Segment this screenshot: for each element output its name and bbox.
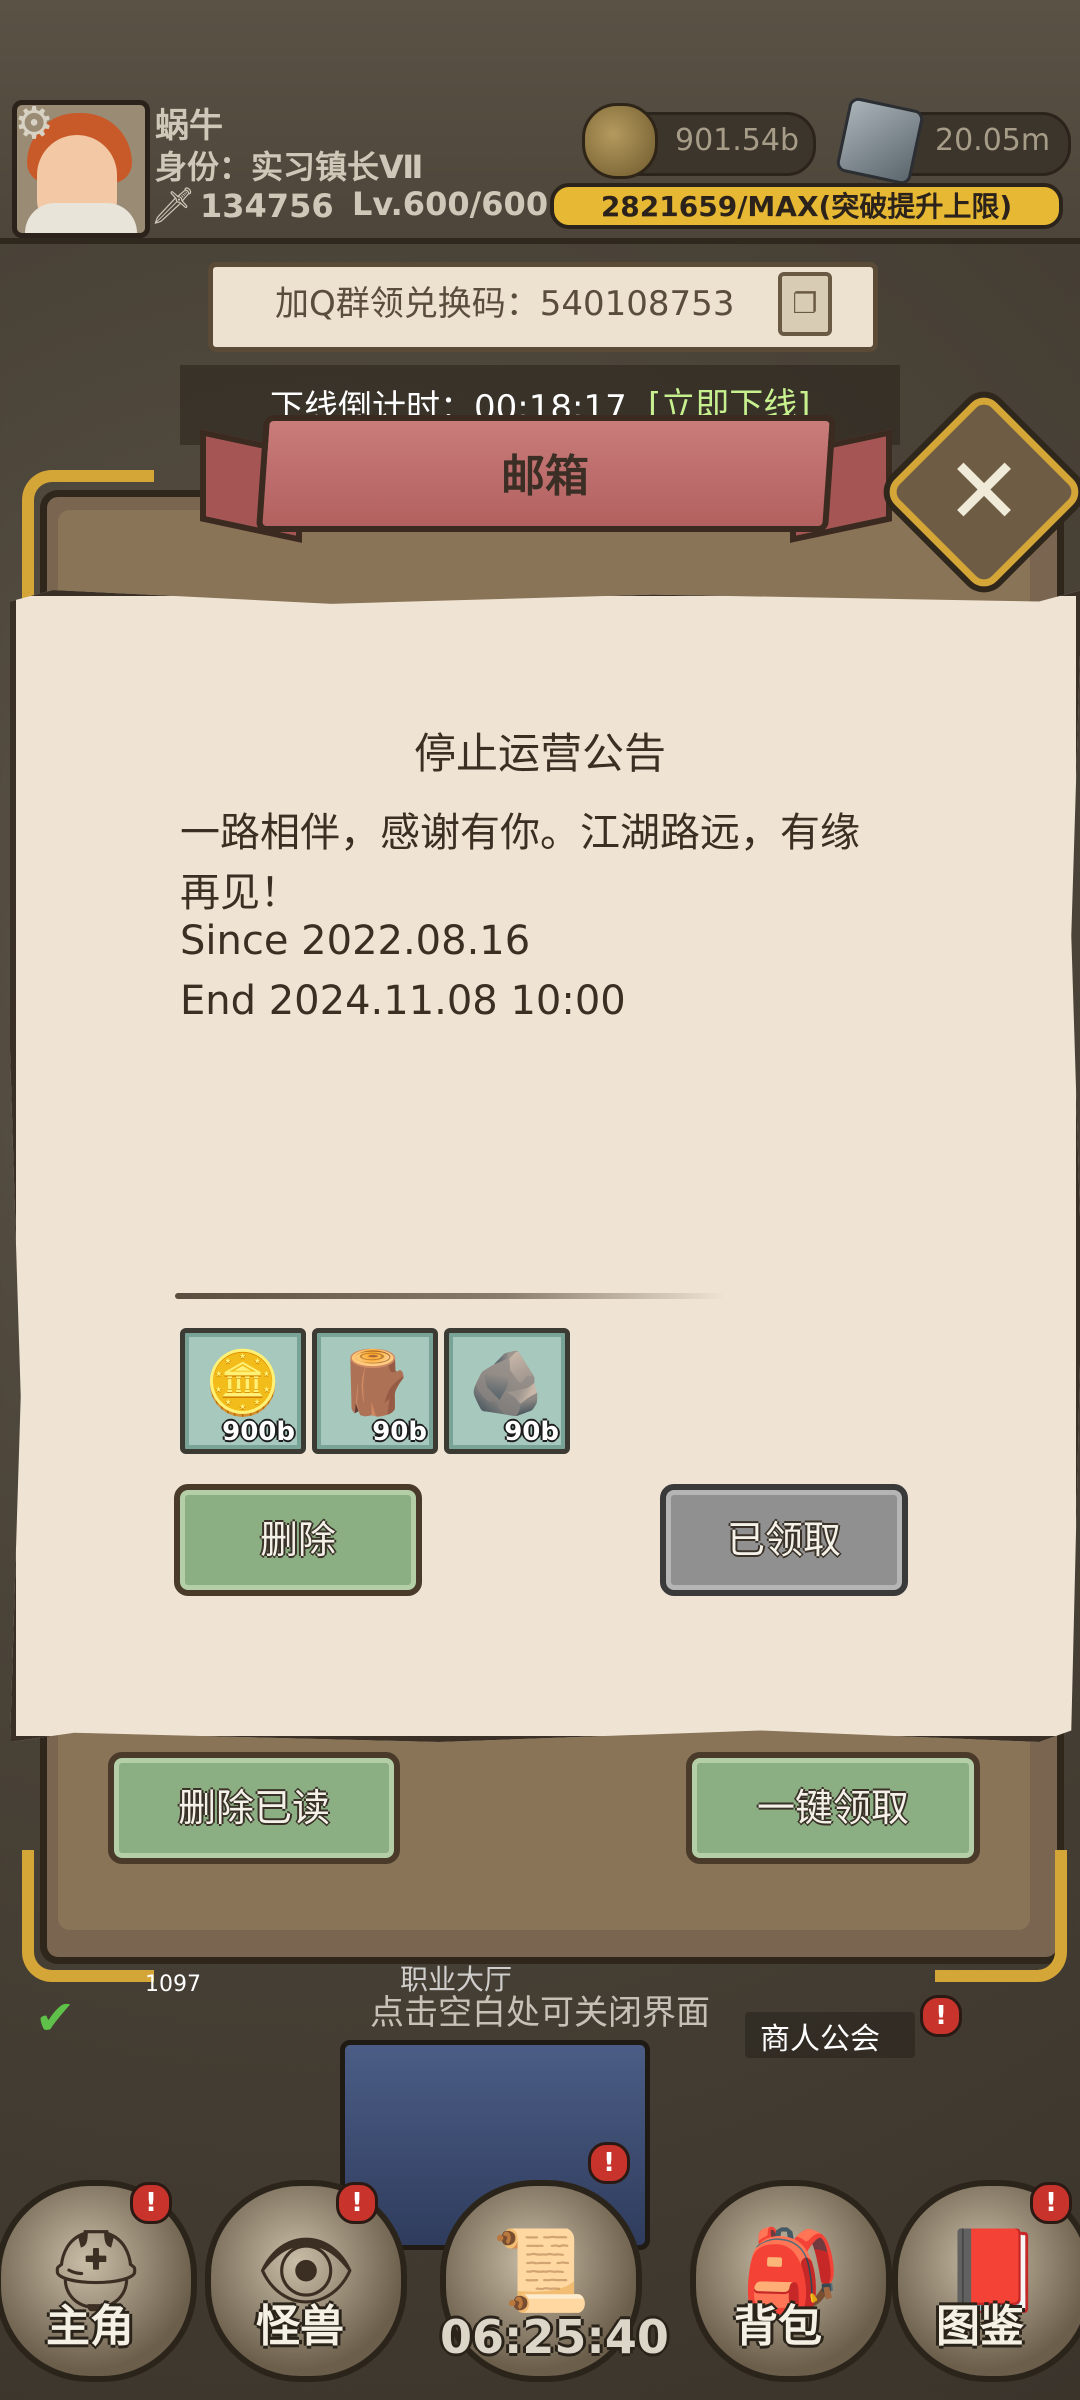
- mail-body-line: End 2024.11.08 10:00: [180, 978, 626, 1024]
- mail-body-line: 再见！: [180, 870, 300, 916]
- notification-dot: !: [588, 2142, 630, 2184]
- player-name: 蜗牛: [155, 106, 223, 146]
- attachment-qty: 90b: [504, 1417, 559, 1447]
- merchant-guild-label[interactable]: 商人公会: [760, 2014, 880, 2058]
- sword-icon: 🗡: [150, 186, 196, 227]
- ore-icon: [834, 95, 926, 187]
- notification-dot: !: [920, 1995, 962, 2037]
- mailbox-title: 邮箱: [501, 451, 589, 502]
- player-rank: 身份：实习镇长Ⅶ: [155, 148, 424, 186]
- attachment-wood[interactable]: 🪵 90b: [312, 1328, 438, 1454]
- avatar-shirt: [25, 203, 137, 233]
- mail-body-line: Since 2022.08.16: [180, 918, 531, 964]
- panel-corner-ornament: [935, 1850, 1067, 1982]
- nav-hero-label: 主角: [46, 2301, 134, 2352]
- close-hint[interactable]: 点击空白处可关闭界面: [0, 1985, 1080, 2034]
- nav-bag-label: 背包: [734, 2301, 822, 2352]
- combat-power: 134756: [200, 187, 334, 225]
- notification-dot: !: [1030, 2182, 1072, 2224]
- divider: [175, 1293, 725, 1299]
- claim-all-button[interactable]: 一键领取: [686, 1752, 980, 1864]
- nav-codex-label: 图鉴: [936, 2301, 1024, 2352]
- coin-amount: 901.54b: [675, 123, 800, 158]
- notification-dot: !: [336, 2182, 378, 2224]
- redeem-code-text: 加Q群领兑换码：540108753: [275, 284, 735, 324]
- delete-read-button[interactable]: 删除已读: [108, 1752, 400, 1864]
- attachment-qty: 90b: [372, 1417, 427, 1447]
- player-level: Lv.600/600: [352, 185, 549, 223]
- nav-monster-label: 怪兽: [256, 2301, 344, 2352]
- copy-icon[interactable]: ❐: [778, 272, 832, 336]
- attachment-qty: 900b: [222, 1417, 295, 1447]
- mail-body-line: 一路相伴，感谢有你。江湖路远，有缘: [180, 810, 860, 856]
- mail-title: 停止运营公告: [413, 729, 666, 778]
- exp-text: 2821659/MAX(突破提升上限): [600, 190, 1013, 223]
- notification-dot: !: [130, 2182, 172, 2224]
- panel-corner-ornament: [22, 470, 154, 602]
- ore-amount: 20.05m: [935, 123, 1051, 158]
- panel-corner-ornament: [22, 1850, 154, 1982]
- claimed-button[interactable]: 已领取: [660, 1484, 908, 1596]
- coin-icon: [582, 103, 658, 179]
- game-timer: 06:25:40: [440, 2310, 669, 2364]
- attachment-stone[interactable]: 🪨 90b: [444, 1328, 570, 1454]
- gear-icon[interactable]: ⚙: [10, 100, 58, 148]
- attachment-coin[interactable]: 🪙 900b: [180, 1328, 306, 1454]
- delete-button[interactable]: 删除: [174, 1484, 422, 1596]
- close-icon[interactable]: ✕: [912, 420, 1056, 564]
